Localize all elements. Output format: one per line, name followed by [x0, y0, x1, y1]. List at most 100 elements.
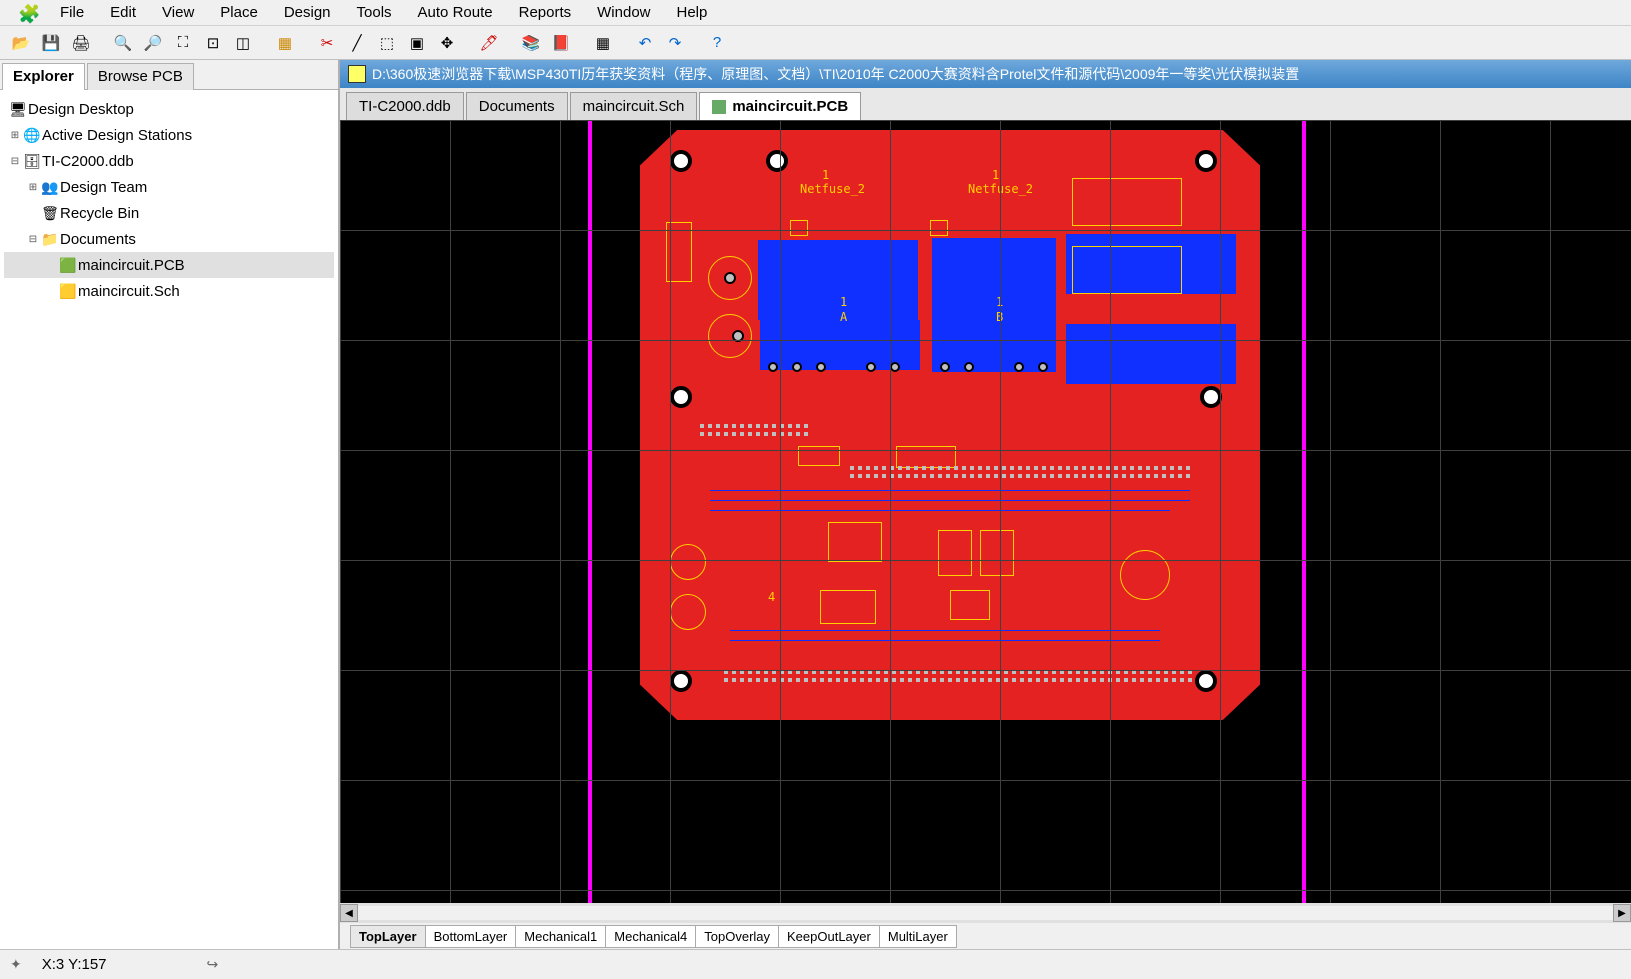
print-icon[interactable]: 🖨: [68, 30, 94, 56]
pad: [1038, 362, 1048, 372]
tree-label: Documents: [60, 231, 136, 248]
layer-tabs: TopLayer BottomLayer Mechanical1 Mechani…: [340, 923, 1631, 949]
menu-file[interactable]: File: [50, 2, 94, 23]
header-row: [700, 424, 810, 428]
tab-label: maincircuit.PCB: [732, 98, 848, 115]
highlight-icon[interactable]: 🖊: [476, 30, 502, 56]
grid-icon[interactable]: ▦: [590, 30, 616, 56]
zoom-area-icon[interactable]: ⛶: [170, 30, 196, 56]
open-icon[interactable]: 📂: [8, 30, 34, 56]
silk-circle: [670, 544, 706, 580]
component-icon[interactable]: 📕: [548, 30, 574, 56]
tab-sch[interactable]: maincircuit.Sch: [570, 92, 698, 120]
menu-reports[interactable]: Reports: [509, 2, 582, 23]
document-tabs: TI-C2000.ddb Documents maincircuit.Sch m…: [340, 88, 1631, 120]
pcb-canvas[interactable]: 1 Netfuse_2 1 Netfuse_2 1 A 1 B 4: [340, 120, 1631, 903]
zoom-in-icon[interactable]: 🔍: [110, 30, 136, 56]
select-inside-icon[interactable]: ▣: [404, 30, 430, 56]
select-area-icon[interactable]: ⬚: [374, 30, 400, 56]
document-title-bar: D:\360极速浏览器下载\MSP430TI历年获奖资料（程序、原理图、文档）\…: [340, 60, 1631, 88]
header-row: [850, 474, 1190, 478]
zoom-fit-icon[interactable]: ⊡: [200, 30, 226, 56]
mounting-hole: [670, 386, 692, 408]
tree-ddb-file[interactable]: ⊟ 🗄 TI-C2000.ddb: [4, 148, 334, 174]
expand-icon[interactable]: ⊞: [26, 182, 40, 193]
pad: [866, 362, 876, 372]
tree-design-desktop[interactable]: 🖥 Design Desktop: [4, 96, 334, 122]
cut-track-icon[interactable]: ✂: [314, 30, 340, 56]
scroll-left-icon[interactable]: ◀: [340, 904, 358, 922]
tab-explorer[interactable]: Explorer: [2, 63, 85, 90]
menu-edit[interactable]: Edit: [100, 2, 146, 23]
pad: [768, 362, 778, 372]
menu-auto-route[interactable]: Auto Route: [408, 2, 503, 23]
silk-outline: [820, 590, 876, 624]
design-tree[interactable]: 🖥 Design Desktop ⊞ 🌐 Active Design Stati…: [0, 90, 338, 949]
tree-recycle-bin[interactable]: 🗑 Recycle Bin: [4, 200, 334, 226]
layer-tab-bottom[interactable]: BottomLayer: [425, 925, 517, 948]
keepout-line: [588, 120, 592, 903]
mounting-hole: [1195, 670, 1217, 692]
tab-browse-pcb[interactable]: Browse PCB: [87, 63, 194, 90]
silk-outline: [1072, 246, 1182, 294]
horizontal-scrollbar[interactable]: ◀ ▶: [340, 903, 1631, 923]
silk-outline: [938, 530, 972, 576]
save-icon[interactable]: 💾: [38, 30, 64, 56]
tab-pcb[interactable]: maincircuit.PCB: [699, 92, 861, 120]
silk-text: 1: [840, 295, 847, 309]
layer-tab-mech1[interactable]: Mechanical1: [515, 925, 606, 948]
mounting-hole: [670, 670, 692, 692]
menu-bar: 🧩 File Edit View Place Design Tools Auto…: [0, 0, 1631, 26]
browse-icon[interactable]: ▦: [272, 30, 298, 56]
tree-label: Recycle Bin: [60, 205, 139, 222]
scroll-track[interactable]: [358, 906, 1613, 920]
tree-design-team[interactable]: ⊞ 👥 Design Team: [4, 174, 334, 200]
pad: [964, 362, 974, 372]
layer-tab-multi[interactable]: MultiLayer: [879, 925, 957, 948]
silk-circle: [708, 314, 752, 358]
silk-outline: [1072, 178, 1182, 226]
pad: [792, 362, 802, 372]
zoom-out-icon[interactable]: 🔎: [140, 30, 166, 56]
knife-icon[interactable]: ╱: [344, 30, 370, 56]
layer-tab-mech4[interactable]: Mechanical4: [605, 925, 696, 948]
redo-icon[interactable]: ↷: [662, 30, 688, 56]
mounting-hole: [1200, 386, 1222, 408]
layer-tab-overlay[interactable]: TopOverlay: [695, 925, 779, 948]
tree-maincircuit-pcb[interactable]: 🟩 maincircuit.PCB: [4, 252, 334, 278]
move-icon[interactable]: ✥: [434, 30, 460, 56]
menu-place[interactable]: Place: [210, 2, 268, 23]
layer-tab-keepout[interactable]: KeepOutLayer: [778, 925, 880, 948]
tab-documents[interactable]: Documents: [466, 92, 568, 120]
zoom-select-icon[interactable]: ◫: [230, 30, 256, 56]
menu-window[interactable]: Window: [587, 2, 660, 23]
menu-design[interactable]: Design: [274, 2, 341, 23]
mounting-hole: [1195, 150, 1217, 172]
collapse-icon[interactable]: ⊟: [26, 234, 40, 245]
silk-text: 1: [992, 168, 999, 182]
silk-outline: [798, 446, 840, 466]
trace: [710, 500, 1190, 501]
menu-help[interactable]: Help: [667, 2, 718, 23]
layer-tab-top[interactable]: TopLayer: [350, 925, 426, 948]
tab-ddb[interactable]: TI-C2000.ddb: [346, 92, 464, 120]
menu-view[interactable]: View: [152, 2, 204, 23]
expand-icon[interactable]: ⊞: [8, 130, 22, 141]
collapse-icon[interactable]: ⊟: [8, 156, 22, 167]
header-row: [850, 466, 1190, 470]
tree-maincircuit-sch[interactable]: 🟨 maincircuit.Sch: [4, 278, 334, 304]
tree-label: Design Team: [60, 179, 147, 196]
network-icon: 🌐: [22, 127, 42, 144]
explorer-panel: Explorer Browse PCB 🖥 Design Desktop ⊞ 🌐…: [0, 60, 340, 949]
menu-tools[interactable]: Tools: [347, 2, 402, 23]
library-icon[interactable]: 📚: [518, 30, 544, 56]
tree-documents[interactable]: ⊟ 📁 Documents: [4, 226, 334, 252]
tree-active-stations[interactable]: ⊞ 🌐 Active Design Stations: [4, 122, 334, 148]
bottom-copper: [932, 238, 1056, 322]
silk-outline: [980, 530, 1014, 576]
help-icon[interactable]: ?: [704, 30, 730, 56]
scroll-right-icon[interactable]: ▶: [1613, 904, 1631, 922]
pad: [940, 362, 950, 372]
silk-text: Netfuse_2: [800, 182, 865, 196]
undo-icon[interactable]: ↶: [632, 30, 658, 56]
